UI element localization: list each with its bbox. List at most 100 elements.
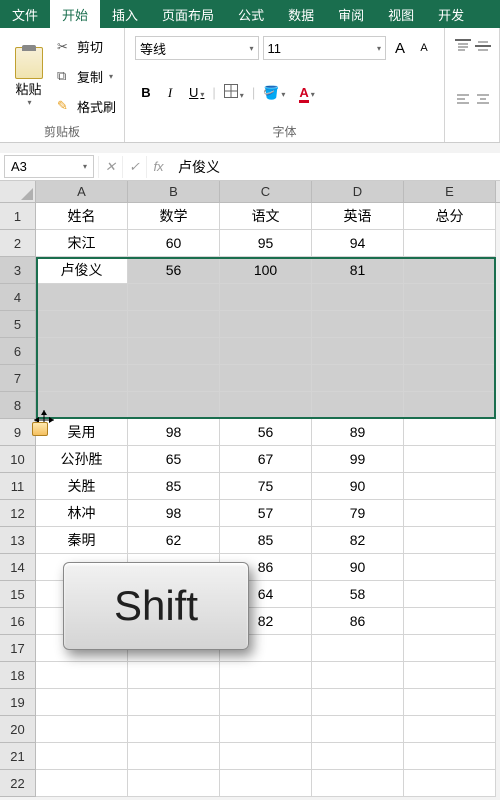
cell[interactable] [36,689,128,716]
borders-button[interactable]: ▾ [218,82,250,103]
cell[interactable] [36,770,128,797]
menu-home[interactable]: 开始 [50,0,100,28]
row-header[interactable]: 13 [0,527,36,554]
row-header[interactable]: 17 [0,635,36,662]
copy-button[interactable]: ⧉ 复制 ▾ [55,65,118,88]
cell[interactable]: 81 [312,257,404,284]
select-all-button[interactable] [0,181,36,202]
cell[interactable] [404,743,496,770]
menu-file[interactable]: 文件 [0,0,50,28]
row-header[interactable]: 11 [0,473,36,500]
cell[interactable] [312,311,404,338]
row-header[interactable]: 6 [0,338,36,365]
cell[interactable] [312,635,404,662]
cell[interactable] [312,365,404,392]
cell[interactable]: 85 [128,473,220,500]
cell[interactable]: 公孙胜 [36,446,128,473]
row-header[interactable]: 12 [0,500,36,527]
cell[interactable] [220,311,312,338]
paste-button[interactable]: 粘贴 ▾ [6,32,51,121]
cell[interactable]: 100 [220,257,312,284]
cell[interactable] [312,689,404,716]
cell[interactable]: 姓名 [36,203,128,230]
name-box[interactable]: A3 ▾ [4,155,94,178]
row-header[interactable]: 5 [0,311,36,338]
cell[interactable] [128,743,220,770]
cell[interactable] [36,338,128,365]
menu-developer[interactable]: 开发 [426,0,476,28]
cell[interactable]: 56 [128,257,220,284]
cell[interactable] [404,257,496,284]
col-header-d[interactable]: D [312,181,404,202]
row-header[interactable]: 22 [0,770,36,797]
cell[interactable] [220,338,312,365]
cell[interactable]: 98 [128,419,220,446]
menu-insert[interactable]: 插入 [100,0,150,28]
cell[interactable]: 57 [220,500,312,527]
cell[interactable]: 86 [312,608,404,635]
cell[interactable] [36,365,128,392]
cell[interactable]: 林冲 [36,500,128,527]
cell[interactable] [128,770,220,797]
cell[interactable] [36,662,128,689]
cell[interactable]: 语文 [220,203,312,230]
col-header-c[interactable]: C [220,181,312,202]
row-header[interactable]: 9 [0,419,36,446]
cell[interactable] [128,338,220,365]
cell[interactable] [404,419,496,446]
underline-button[interactable]: U▾ [183,83,210,102]
cell[interactable] [220,392,312,419]
row-header[interactable]: 18 [0,662,36,689]
cell[interactable]: 75 [220,473,312,500]
cell[interactable] [312,662,404,689]
cell[interactable] [128,365,220,392]
cell[interactable] [220,716,312,743]
cell[interactable] [404,500,496,527]
align-middle-button[interactable] [475,38,491,57]
cell[interactable]: 98 [128,500,220,527]
cell[interactable]: 60 [128,230,220,257]
cell[interactable] [220,743,312,770]
cell[interactable] [312,743,404,770]
cell[interactable] [220,770,312,797]
cell[interactable] [404,716,496,743]
row-header[interactable]: 1 [0,203,36,230]
cell[interactable] [128,716,220,743]
cell[interactable]: 宋江 [36,230,128,257]
cell[interactable] [220,689,312,716]
align-left-button[interactable] [455,92,471,111]
col-header-e[interactable]: E [404,181,496,202]
cell[interactable] [128,662,220,689]
col-header-b[interactable]: B [128,181,220,202]
cell[interactable] [312,392,404,419]
cell[interactable]: 95 [220,230,312,257]
cell[interactable] [312,716,404,743]
cell[interactable]: 79 [312,500,404,527]
row-header[interactable]: 10 [0,446,36,473]
cell[interactable] [312,770,404,797]
cell[interactable] [128,311,220,338]
cell[interactable] [36,716,128,743]
menu-formulas[interactable]: 公式 [226,0,276,28]
bold-button[interactable]: B [135,83,157,102]
cell[interactable] [404,311,496,338]
cell[interactable] [36,311,128,338]
cell[interactable]: 82 [312,527,404,554]
cell[interactable] [36,743,128,770]
cell[interactable]: 85 [220,527,312,554]
enter-formula-button[interactable]: ✓ [122,156,146,178]
cell[interactable] [220,284,312,311]
cell[interactable] [404,554,496,581]
row-header[interactable]: 8 [0,392,36,419]
cancel-formula-button[interactable]: ✕ [98,156,122,178]
fill-color-button[interactable]: 🪣▾ [257,83,291,103]
cell[interactable] [404,230,496,257]
format-painter-button[interactable]: ✎ 格式刷 [55,95,118,118]
cell[interactable] [404,338,496,365]
cell[interactable] [404,608,496,635]
cell[interactable] [404,689,496,716]
cell[interactable]: 英语 [312,203,404,230]
font-size-select[interactable]: 11 ▾ [263,36,387,60]
cell[interactable] [128,284,220,311]
cell[interactable]: 94 [312,230,404,257]
